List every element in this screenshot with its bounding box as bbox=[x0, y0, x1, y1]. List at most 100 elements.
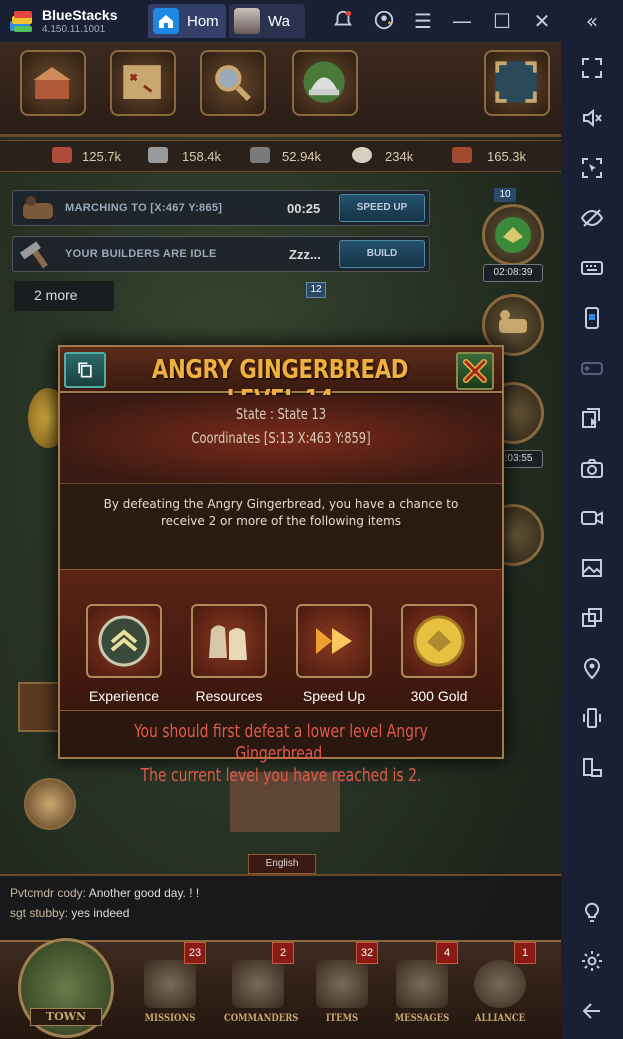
collapse-sidebar-icon[interactable]: « bbox=[580, 9, 604, 33]
reward-gold-label: 300 Gold bbox=[410, 688, 468, 704]
reward-resources[interactable]: Resources bbox=[191, 604, 267, 704]
chat-text: Another good day. ! ! bbox=[86, 886, 200, 900]
reward-experience-label: Experience bbox=[88, 688, 160, 704]
reward-speed-up[interactable]: Speed Up bbox=[296, 604, 372, 704]
builders-notice[interactable]: YOUR BUILDERS ARE IDLE Zzz... BUILD bbox=[12, 236, 430, 272]
alliance-badge: 1 bbox=[514, 942, 536, 964]
close-window-icon[interactable]: ✕ bbox=[530, 9, 554, 33]
builders-text: YOUR BUILDERS ARE IDLE bbox=[65, 248, 217, 260]
maximize-icon[interactable]: ☐ bbox=[490, 9, 514, 33]
quest-map-icon[interactable] bbox=[24, 778, 76, 830]
resource-bar[interactable]: 125.7k 158.4k 52.94k 234k 165.3k bbox=[0, 140, 561, 172]
pointer-lock-icon[interactable] bbox=[580, 156, 604, 180]
nav-items-label: ITEMS bbox=[325, 1013, 359, 1024]
items-icon bbox=[316, 960, 368, 1008]
resource-meat-value: 125.7k bbox=[82, 149, 122, 164]
city-button[interactable] bbox=[20, 50, 86, 116]
capitol-button[interactable] bbox=[292, 50, 358, 116]
meat-icon bbox=[52, 147, 72, 163]
gold-coin-icon bbox=[401, 604, 477, 678]
chest-icon[interactable] bbox=[18, 682, 60, 732]
buildings-icon bbox=[33, 67, 71, 99]
reward-list: Experience Resources Speed Up 300 Gold bbox=[60, 569, 502, 711]
nav-messages[interactable]: 4 MESSAGES bbox=[382, 942, 462, 1032]
resource-steel-value: 158.4k bbox=[182, 149, 222, 164]
reward-experience[interactable]: Experience bbox=[86, 604, 162, 704]
light-bulb-icon[interactable] bbox=[580, 900, 604, 924]
game-top-bar bbox=[0, 42, 561, 137]
copy-coordinates-button[interactable] bbox=[64, 352, 106, 388]
gamepad-icon[interactable] bbox=[580, 356, 604, 380]
eye-off-icon[interactable] bbox=[580, 206, 604, 230]
resource-iron-value: 52.94k bbox=[282, 149, 322, 164]
coordinates-text[interactable]: Coordinates [S:13 X:463 Y:859] bbox=[93, 429, 469, 447]
fullscreen-icon[interactable] bbox=[580, 56, 604, 80]
ammo-icon bbox=[452, 147, 472, 163]
march-timer: 00:25 bbox=[287, 201, 321, 216]
account-icon[interactable] bbox=[372, 9, 396, 33]
nav-commanders[interactable]: 2 COMMANDERS bbox=[218, 942, 299, 1032]
speed-up-icon bbox=[296, 604, 372, 678]
notification-bell-icon[interactable] bbox=[331, 9, 355, 33]
phone-icon[interactable] bbox=[580, 306, 604, 330]
bluestacks-version: 4.150.11.1001 bbox=[42, 24, 106, 35]
chat-panel[interactable]: Pvtcmdr cody: Another good day. ! ! sgt … bbox=[0, 874, 561, 940]
search-button[interactable] bbox=[200, 50, 266, 116]
video-record-icon[interactable] bbox=[580, 506, 604, 530]
bluestacks-logo-icon bbox=[10, 11, 32, 32]
town-label: TOWN bbox=[30, 1008, 102, 1026]
bluestacks-name: BlueStacks bbox=[42, 7, 118, 23]
expand-corners-icon bbox=[495, 61, 537, 103]
nav-items[interactable]: 32 ITEMS bbox=[302, 942, 382, 1032]
shake-icon[interactable] bbox=[580, 706, 604, 730]
dialog-header: ANGRY GINGERBREAD LEVEL 14 bbox=[60, 347, 502, 415]
alliance-icon bbox=[474, 960, 526, 1008]
fullscreen-map-button[interactable] bbox=[484, 50, 550, 116]
volume-mute-icon[interactable] bbox=[580, 106, 604, 130]
reward-gold[interactable]: 300 Gold bbox=[401, 604, 477, 704]
iron-bar-icon bbox=[250, 147, 270, 163]
rotate-icon[interactable] bbox=[580, 756, 604, 780]
commanders-icon bbox=[232, 960, 284, 1008]
bottom-navigation: TOWN 23 MISSIONS 2 COMMANDERS 32 ITEMS 4… bbox=[0, 938, 561, 1039]
game-viewport[interactable]: 125.7k 158.4k 52.94k 234k 165.3k MARCHIN… bbox=[0, 42, 561, 1039]
tab-game[interactable]: Wa bbox=[229, 4, 305, 38]
location-icon[interactable] bbox=[580, 656, 604, 680]
bluestacks-sidebar bbox=[561, 42, 623, 1039]
speed-up-button[interactable]: SPEED UP bbox=[339, 194, 425, 222]
warning-line-2: The current level you have reached is 2. bbox=[140, 765, 422, 786]
more-notices-button[interactable]: 2 more bbox=[14, 281, 114, 311]
settings-gear-icon[interactable] bbox=[580, 949, 604, 973]
items-badge: 32 bbox=[356, 942, 378, 964]
nav-messages-label: MESSAGES bbox=[394, 1013, 450, 1024]
nav-alliance[interactable]: 1 ALLIANCE bbox=[460, 942, 540, 1032]
missions-badge: 23 bbox=[184, 942, 206, 964]
nav-commanders-label: COMMANDERS bbox=[224, 1013, 299, 1024]
back-arrow-icon[interactable] bbox=[580, 999, 604, 1023]
resource-ammo-value: 165.3k bbox=[487, 149, 527, 164]
map-button[interactable] bbox=[110, 50, 176, 116]
shield-boost-button[interactable] bbox=[482, 204, 544, 266]
cavalry-icon bbox=[23, 196, 53, 219]
gallery-icon[interactable] bbox=[580, 556, 604, 580]
minimize-icon[interactable]: — bbox=[450, 9, 474, 33]
dialog-close-button[interactable] bbox=[456, 352, 494, 390]
nav-missions[interactable]: 23 MISSIONS bbox=[130, 942, 210, 1032]
media-import-icon[interactable] bbox=[580, 406, 604, 430]
messages-badge: 4 bbox=[436, 942, 458, 964]
tab-game-label: Wa bbox=[268, 12, 290, 30]
reward-speed-up-label: Speed Up bbox=[302, 688, 366, 704]
camera-icon[interactable] bbox=[580, 456, 604, 480]
tab-home[interactable]: Hom bbox=[148, 4, 226, 38]
menu-icon[interactable]: ☰ bbox=[411, 9, 435, 33]
keyboard-icon[interactable] bbox=[580, 256, 604, 280]
treasure-map-icon bbox=[123, 65, 161, 99]
march-text: MARCHING TO [X:467 Y:865] bbox=[65, 202, 223, 214]
march-notice[interactable]: MARCHING TO [X:467 Y:865] 00:25 SPEED UP bbox=[12, 190, 430, 226]
chat-language-tab[interactable]: English bbox=[248, 854, 316, 874]
multi-instance-icon[interactable] bbox=[580, 606, 604, 630]
build-button[interactable]: BUILD bbox=[339, 240, 425, 268]
monster-info-dialog: ANGRY GINGERBREAD LEVEL 14 State : State… bbox=[58, 345, 504, 786]
side-badge: 10 bbox=[494, 188, 516, 202]
experience-icon bbox=[86, 604, 162, 678]
